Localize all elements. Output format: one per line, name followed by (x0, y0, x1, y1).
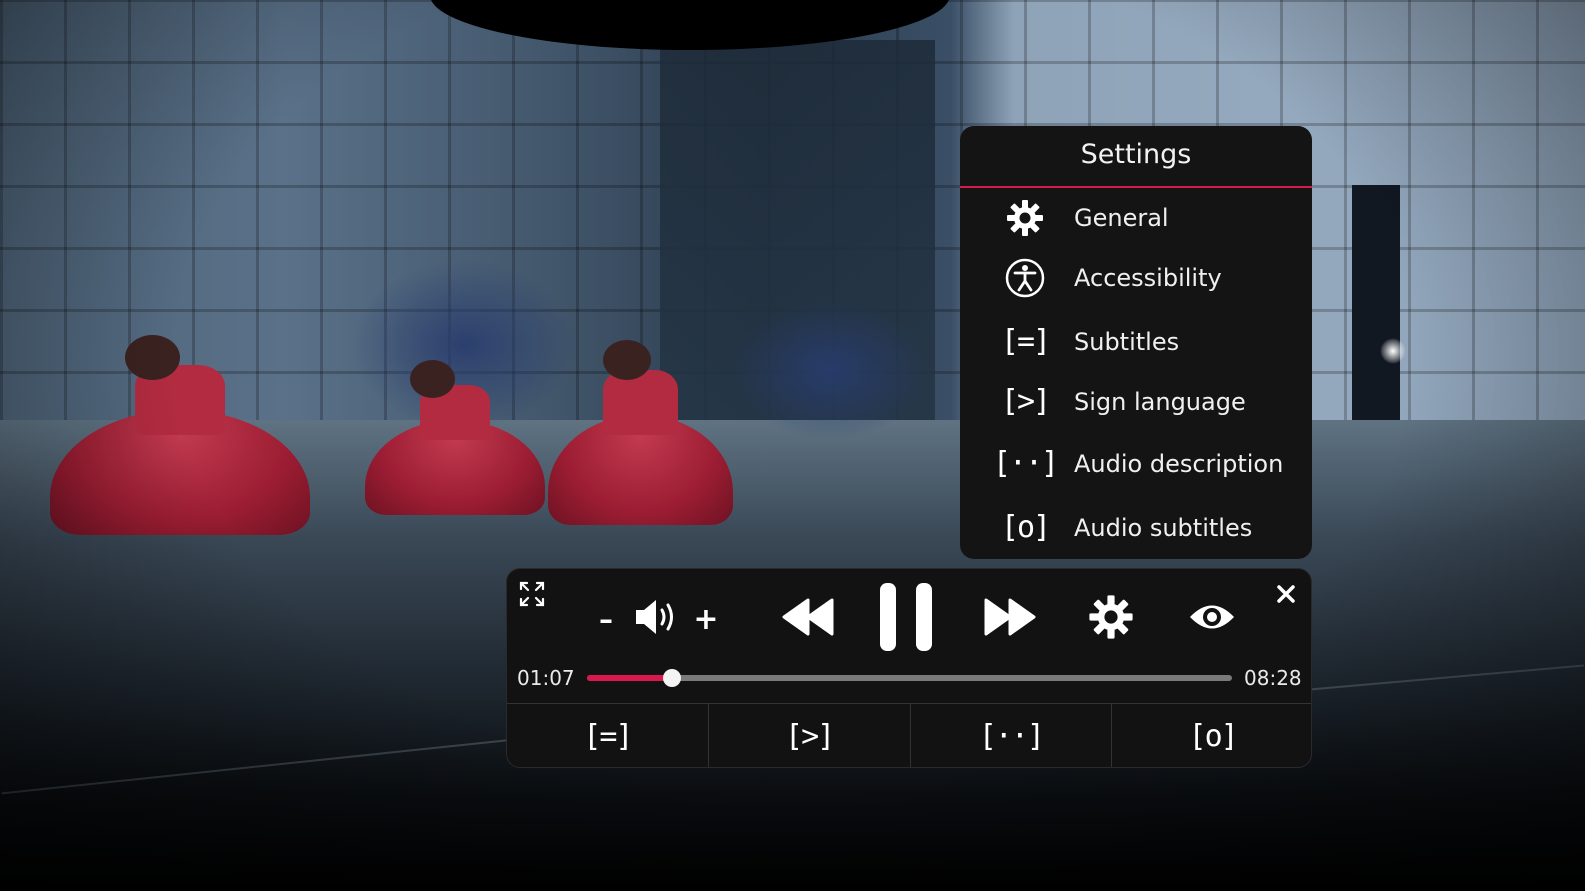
settings-item-subtitles[interactable]: [=] Subtitles (960, 314, 1312, 370)
accessibility-icon (1003, 256, 1047, 300)
settings-item-label: Accessibility (1074, 264, 1222, 292)
settings-item-audio-subtitles[interactable]: [o] Audio subtitles (960, 500, 1312, 556)
settings-item-label: General (1074, 204, 1169, 232)
quick-subtitles-button[interactable]: [=] (507, 704, 709, 767)
audio-subtitles-icon: [o] (1188, 719, 1239, 754)
settings-item-audio-description[interactable]: [··] Audio description (960, 436, 1312, 492)
duration: 08:28 (1244, 666, 1302, 690)
player-controls: – + 01:07 08:28 [=] [>] [··] [o] (506, 568, 1312, 768)
settings-item-label: Subtitles (1074, 328, 1180, 356)
settings-panel: Settings General Accessibility [=] Subti… (960, 126, 1312, 559)
settings-item-accessibility[interactable]: Accessibility (960, 250, 1312, 306)
subtitles-icon: [=] (1000, 324, 1051, 359)
settings-button[interactable] (1085, 593, 1137, 645)
gear-icon (1003, 196, 1047, 240)
eye-icon (1187, 600, 1237, 638)
pause-icon (878, 581, 934, 657)
rewind-icon (782, 598, 834, 640)
audio-description-icon: [··] (978, 719, 1045, 754)
rewind-button[interactable] (779, 595, 837, 643)
seek-bar-handle[interactable] (663, 669, 682, 687)
accessibility-view-button[interactable] (1185, 597, 1239, 641)
settings-item-sign-language[interactable]: [>] Sign language (960, 374, 1312, 430)
fullscreen-button[interactable] (515, 579, 549, 613)
gear-icon (1087, 593, 1135, 645)
settings-item-label: Audio subtitles (1074, 514, 1253, 542)
current-time: 01:07 (517, 666, 575, 690)
subtitles-icon: [=] (583, 719, 633, 754)
quick-audio-description-button[interactable]: [··] (911, 704, 1113, 767)
settings-title: Settings (960, 126, 1312, 188)
volume-down-button[interactable]: – (591, 599, 621, 639)
volume-button[interactable] (631, 595, 681, 643)
pause-button[interactable] (873, 581, 939, 657)
fast-forward-icon (984, 598, 1036, 640)
volume-icon (632, 595, 680, 643)
sign-language-icon: [>] (1000, 384, 1051, 419)
fullscreen-icon (518, 580, 546, 612)
accessibility-quickbar: [=] [>] [··] [o] (507, 703, 1311, 767)
volume-up-button[interactable]: + (691, 599, 721, 639)
settings-item-label: Sign language (1074, 388, 1246, 416)
quick-sign-language-button[interactable]: [>] (709, 704, 911, 767)
quick-audio-subtitles-button[interactable]: [o] (1112, 704, 1311, 767)
sign-language-icon: [>] (785, 719, 835, 754)
close-button[interactable] (1271, 581, 1301, 611)
close-icon (1276, 584, 1296, 608)
settings-item-label: Audio description (1074, 450, 1284, 478)
audio-description-icon: [··] (992, 446, 1059, 481)
settings-item-general[interactable]: General (960, 190, 1312, 246)
seek-bar[interactable] (587, 669, 1232, 687)
fast-forward-button[interactable] (981, 595, 1039, 643)
audio-subtitles-icon: [o] (1000, 510, 1051, 545)
seek-bar-progress (587, 675, 673, 681)
